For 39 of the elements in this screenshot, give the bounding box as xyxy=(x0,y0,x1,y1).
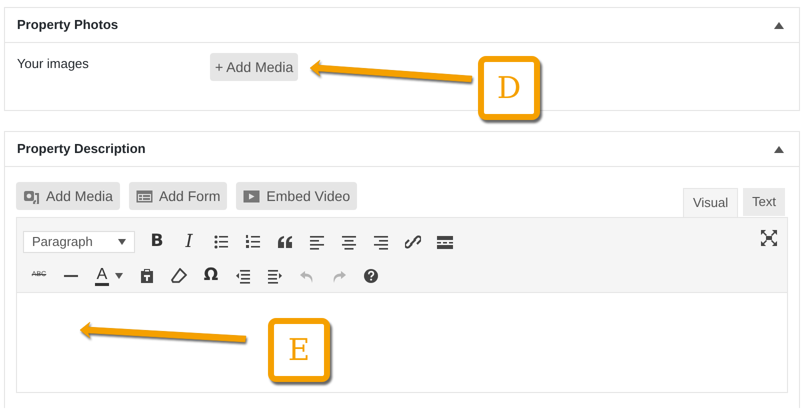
caret-icon xyxy=(118,238,126,244)
fullscreen-button[interactable] xyxy=(759,228,779,248)
quote-icon xyxy=(277,234,293,250)
read-more-icon xyxy=(437,234,453,250)
align-center-icon xyxy=(341,234,357,250)
align-left-icon xyxy=(309,234,325,250)
panel-title: Property Description xyxy=(17,140,146,158)
collapse-arrow-icon xyxy=(774,22,784,28)
toolbar-button[interactable]: I xyxy=(173,228,205,256)
clipboard-icon xyxy=(139,268,155,284)
collapse-arrow-icon xyxy=(774,146,784,152)
link-icon xyxy=(405,234,421,250)
panel-title: Property Photos xyxy=(17,16,118,34)
editor-media-button[interactable]: Add Media xyxy=(16,182,120,210)
add-media-button[interactable]: + Add Media xyxy=(210,53,298,81)
play-icon xyxy=(243,188,260,204)
callout-label: D xyxy=(478,56,540,120)
field-label: Your images xyxy=(17,55,90,73)
list-icon xyxy=(213,234,229,250)
photo-music-icon xyxy=(23,188,40,204)
toolbar-button[interactable]: Ω xyxy=(195,262,227,290)
toolbar-button[interactable]: B xyxy=(141,228,173,256)
format-dropdown[interactable]: Paragraph xyxy=(23,230,135,252)
editor-media-button[interactable]: Embed Video xyxy=(236,182,358,210)
help-icon xyxy=(363,268,379,284)
editor-media-button[interactable]: Add Form xyxy=(128,182,228,210)
fullscreen-icon xyxy=(761,230,777,246)
caret-icon xyxy=(115,272,124,278)
align-right-icon xyxy=(373,234,389,250)
editor-tab[interactable]: Text xyxy=(743,188,785,216)
indent-icon xyxy=(267,268,283,284)
horizontal-line-icon xyxy=(64,274,78,276)
toolbar-button[interactable]: A xyxy=(87,262,131,290)
form-icon xyxy=(136,188,153,204)
numbered-list-icon xyxy=(245,234,261,250)
callout-label: E xyxy=(268,318,330,382)
eraser-icon xyxy=(171,268,187,284)
editor-tab[interactable]: Visual xyxy=(682,188,738,217)
outdent-icon xyxy=(235,268,251,284)
